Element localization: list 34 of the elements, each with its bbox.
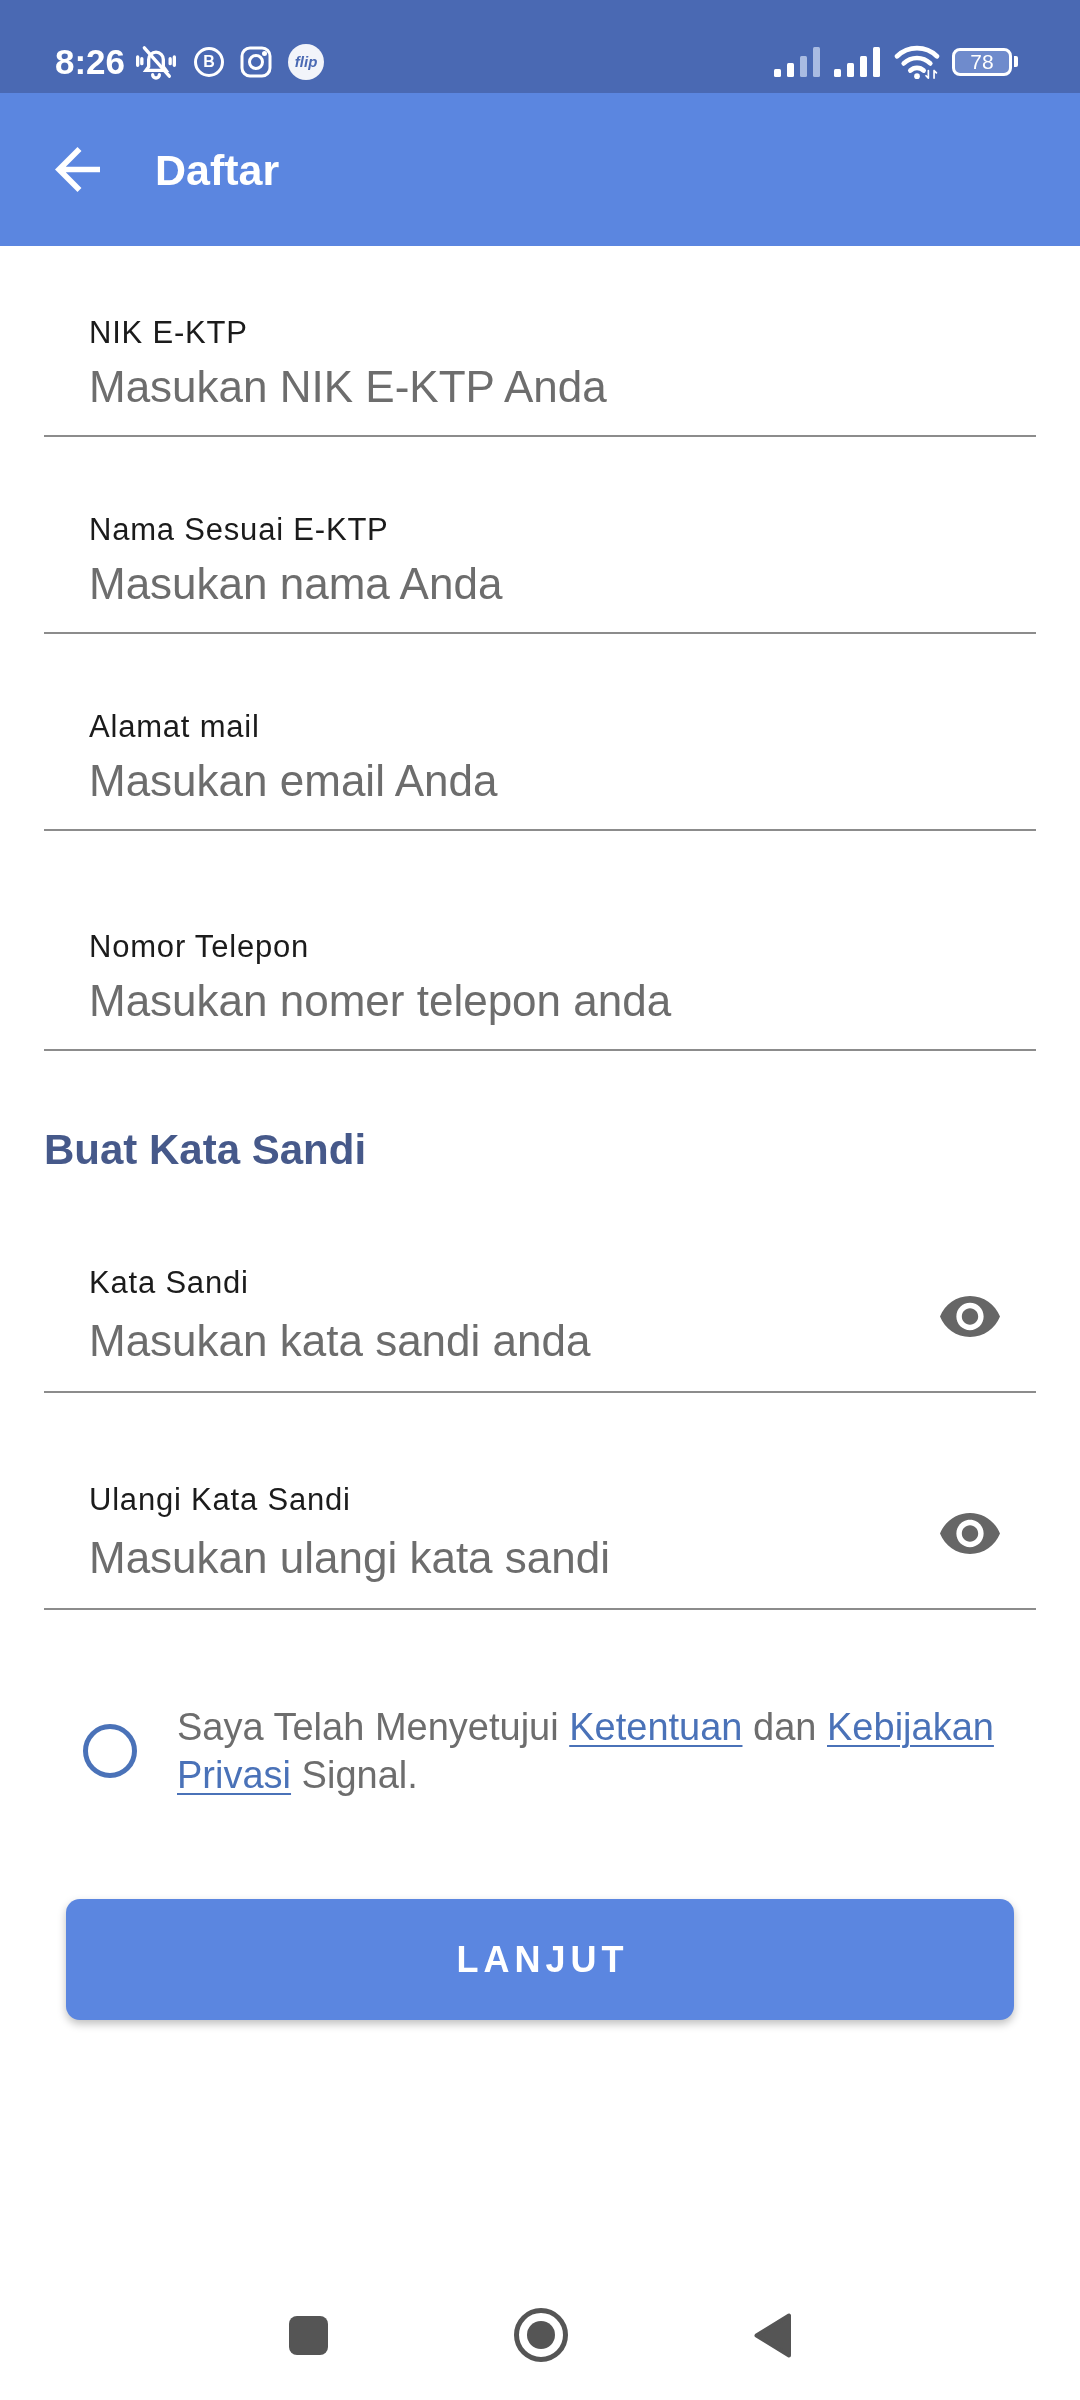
back-arrow-icon[interactable]: [55, 147, 100, 192]
text-link[interactable]: Ketentuan: [569, 1706, 743, 1748]
page-title: Daftar: [155, 144, 280, 196]
password-input[interactable]: Masukan kata sandi anda: [44, 1303, 1036, 1393]
home-circle-icon[interactable]: [514, 2308, 568, 2362]
text-input[interactable]: Masukan nama Anda: [44, 550, 1036, 634]
radio-button[interactable]: [83, 1724, 137, 1778]
eye-icon[interactable]: [940, 1513, 1000, 1554]
field-label: Ulangi Kata Sandi: [89, 1481, 351, 1519]
signal-icon: [774, 46, 821, 77]
field-label: Alamat mail: [89, 708, 260, 746]
status-time: 8:26: [55, 41, 126, 82]
section-heading: Buat Kata Sandi: [44, 1125, 367, 1175]
field-label: NIK E-KTP: [89, 314, 248, 352]
battery-indicator: 78: [952, 47, 1018, 76]
camera-outline-icon: [240, 45, 273, 78]
field-label: Kata Sandi: [89, 1264, 249, 1302]
text-link[interactable]: Privasi: [177, 1754, 292, 1796]
consent-text: Saya Telah Menyetujui Ketentuan dan Kebijakan Privasi Signal.: [177, 1705, 995, 1798]
field-label: Nama Sesuai E-KTP: [89, 511, 389, 549]
text-link[interactable]: Kebijakan: [827, 1706, 994, 1748]
app-badge: flip: [288, 43, 325, 80]
password-input[interactable]: Masukan ulangi kata sandi: [44, 1520, 1036, 1610]
wifi-icon: [894, 43, 940, 80]
text-input[interactable]: Masukan email Anda: [44, 747, 1036, 831]
back-triangle-icon[interactable]: [754, 2312, 791, 2358]
signal-icon: [833, 46, 882, 77]
text-input[interactable]: Masukan nomer telepon anda: [44, 967, 1036, 1051]
recents-square-icon[interactable]: [289, 2315, 328, 2355]
field-label: Nomor Telepon: [89, 928, 310, 966]
text-input[interactable]: Masukan NIK E-KTP Anda: [44, 353, 1036, 437]
chat-badge: B: [194, 46, 225, 77]
eye-icon[interactable]: [940, 1296, 1000, 1337]
continue-button[interactable]: LANJUT: [66, 1899, 1014, 2020]
